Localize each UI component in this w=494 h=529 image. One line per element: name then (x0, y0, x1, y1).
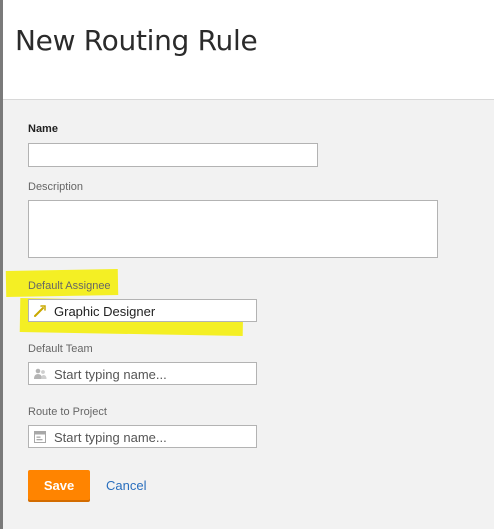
project-icon (33, 430, 47, 444)
route-to-project-placeholder: Start typing name... (54, 430, 167, 445)
default-assignee-value: Graphic Designer (54, 304, 156, 319)
default-team-placeholder: Start typing name... (54, 367, 167, 382)
default-team-label: Default Team (28, 343, 93, 355)
team-icon (33, 367, 47, 381)
description-textarea[interactable] (28, 200, 438, 258)
name-label: Name (28, 123, 58, 135)
page-title: New Routing Rule (15, 24, 258, 57)
default-assignee-label: Default Assignee (28, 280, 111, 292)
route-to-project-label: Route to Project (28, 406, 107, 418)
default-team-field[interactable]: Start typing name... (28, 362, 257, 385)
role-icon (33, 304, 47, 318)
route-to-project-field[interactable]: Start typing name... (28, 425, 257, 448)
name-input[interactable] (28, 143, 318, 167)
description-label: Description (28, 181, 84, 193)
cancel-link[interactable]: Cancel (106, 478, 146, 493)
default-assignee-field[interactable]: Graphic Designer (28, 299, 257, 322)
dialog-header: New Routing Rule (3, 0, 494, 100)
save-button[interactable]: Save (28, 470, 90, 500)
